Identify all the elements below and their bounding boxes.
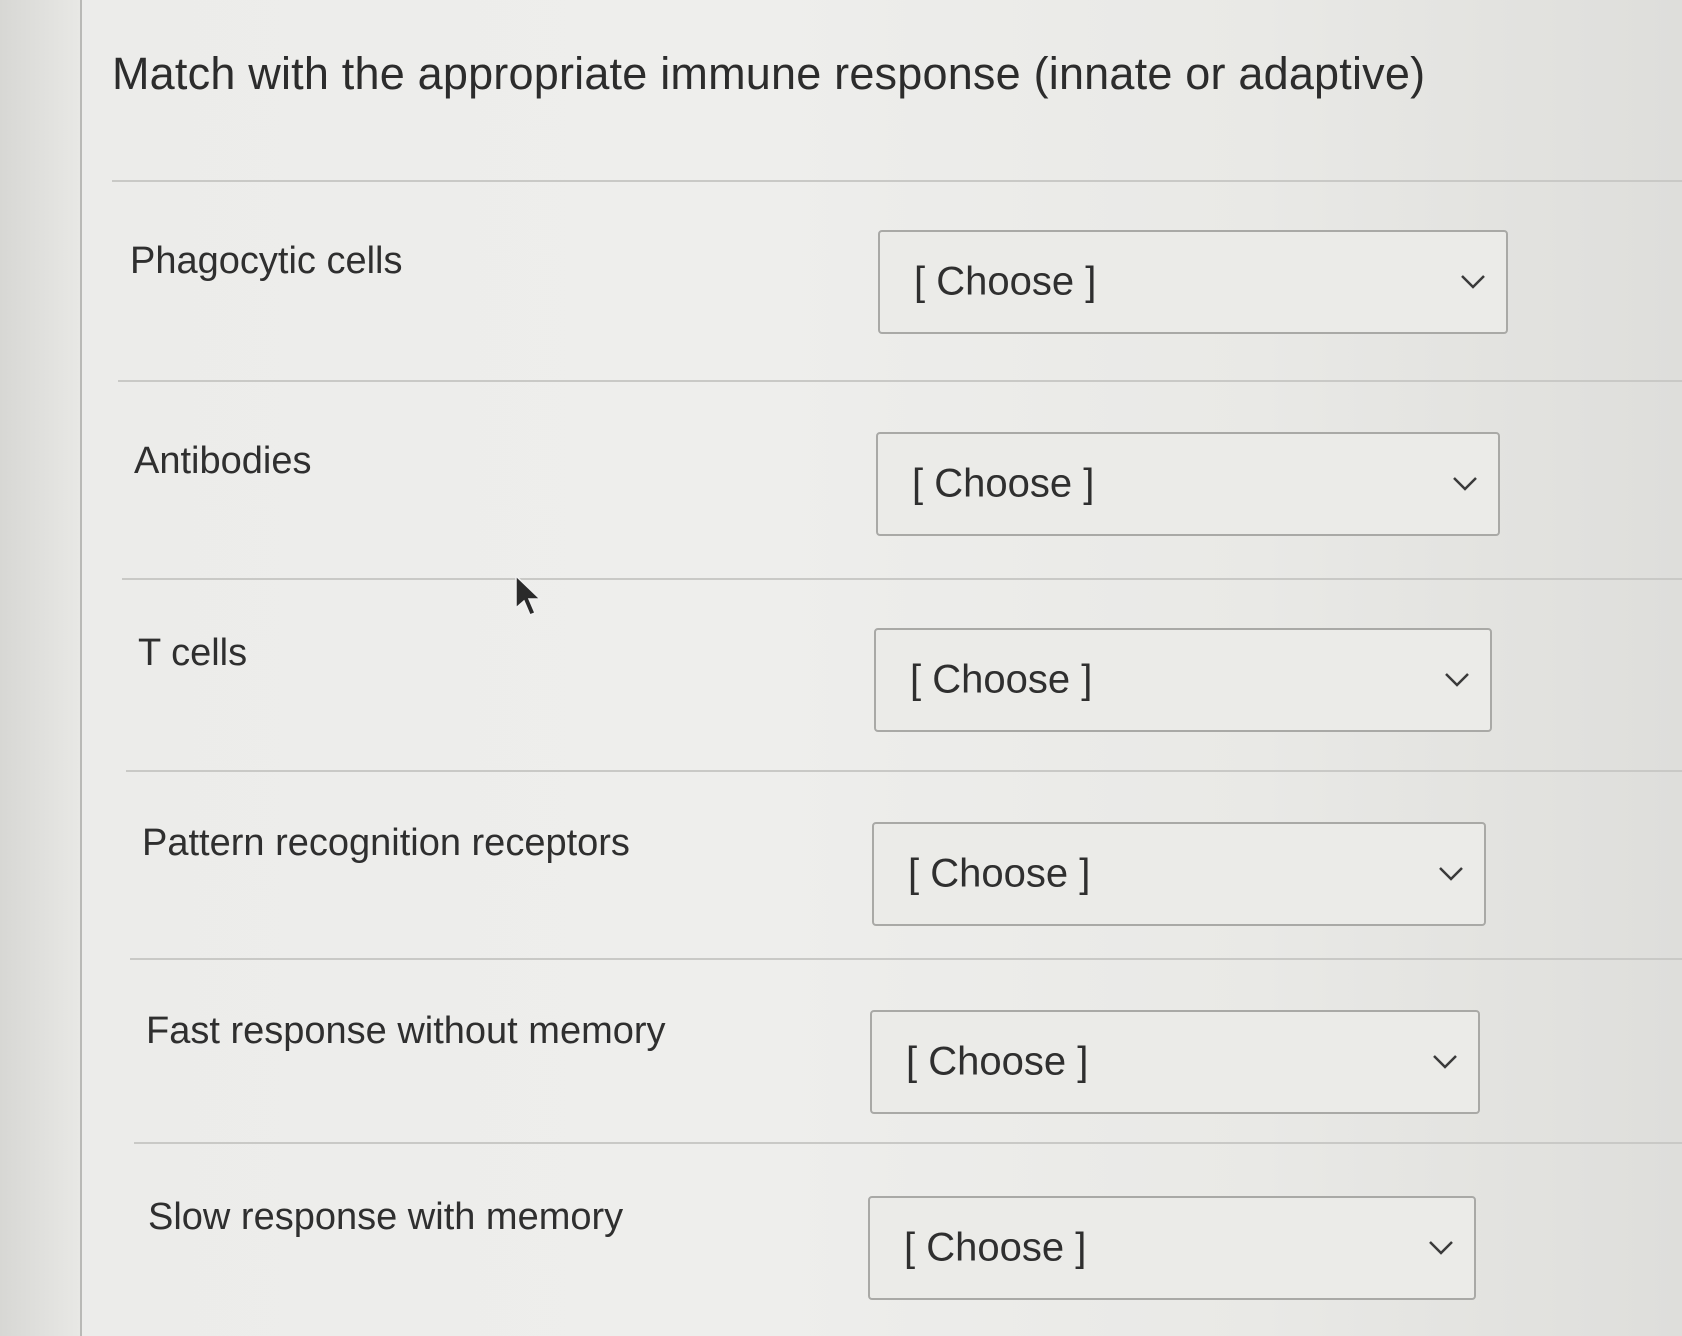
match-row-t-cells: T cells [ Choose ] bbox=[0, 578, 1682, 768]
dropdown-value: [ Choose ] bbox=[906, 1039, 1089, 1084]
match-row-label: Pattern recognition receptors bbox=[142, 822, 630, 864]
chevron-down-icon bbox=[1439, 867, 1463, 881]
dropdown-value: [ Choose ] bbox=[908, 851, 1091, 896]
answer-dropdown[interactable]: [ Choose ] bbox=[878, 230, 1508, 334]
divider bbox=[112, 180, 1682, 182]
dropdown-value: [ Choose ] bbox=[914, 259, 1097, 304]
answer-dropdown[interactable]: [ Choose ] bbox=[870, 1010, 1480, 1114]
mouse-cursor-icon bbox=[515, 574, 542, 616]
match-row-label: Fast response without memory bbox=[146, 1010, 666, 1052]
dropdown-value: [ Choose ] bbox=[910, 657, 1093, 702]
match-row-label: Antibodies bbox=[134, 440, 312, 482]
match-row-label: T cells bbox=[138, 632, 248, 674]
match-row-antibodies: Antibodies [ Choose ] bbox=[0, 380, 1682, 570]
chevron-down-icon bbox=[1461, 275, 1485, 289]
chevron-down-icon bbox=[1429, 1241, 1453, 1255]
chevron-down-icon bbox=[1445, 673, 1469, 687]
match-row-phagocytic-cells: Phagocytic cells [ Choose ] bbox=[0, 190, 1682, 380]
chevron-down-icon bbox=[1453, 477, 1477, 491]
quiz-page: Match with the appropriate immune respon… bbox=[0, 0, 1682, 1336]
question-title: Match with the appropriate immune respon… bbox=[112, 48, 1426, 99]
match-row-label: Slow response with memory bbox=[148, 1196, 624, 1238]
match-row-slow-response: Slow response with memory [ Choose ] bbox=[0, 1142, 1682, 1332]
dropdown-value: [ Choose ] bbox=[904, 1225, 1087, 1270]
chevron-down-icon bbox=[1433, 1055, 1457, 1069]
dropdown-value: [ Choose ] bbox=[912, 461, 1095, 506]
match-row-fast-response: Fast response without memory [ Choose ] bbox=[0, 958, 1682, 1148]
answer-dropdown[interactable]: [ Choose ] bbox=[868, 1196, 1476, 1300]
answer-dropdown[interactable]: [ Choose ] bbox=[874, 628, 1492, 732]
match-row-pattern-recognition-receptors: Pattern recognition receptors [ Choose ] bbox=[0, 770, 1682, 960]
match-row-label: Phagocytic cells bbox=[130, 240, 403, 282]
answer-dropdown[interactable]: [ Choose ] bbox=[872, 822, 1486, 926]
answer-dropdown[interactable]: [ Choose ] bbox=[876, 432, 1500, 536]
